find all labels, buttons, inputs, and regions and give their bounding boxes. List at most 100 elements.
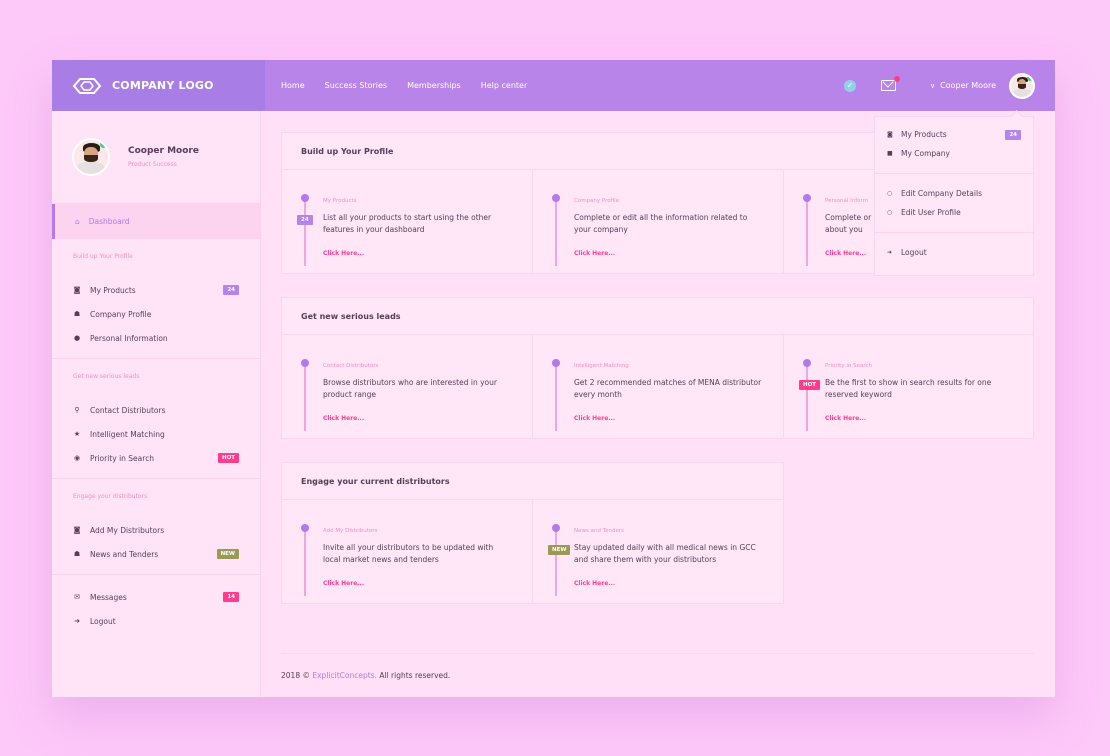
step-description: Get 2 recommended matches of MENA distri… bbox=[574, 378, 762, 399]
dropdown-arrow bbox=[1010, 110, 1023, 123]
nav-memberships[interactable]: Memberships bbox=[407, 81, 461, 90]
user-name: Cooper Moore bbox=[940, 81, 996, 90]
logout-icon: ➜ bbox=[887, 249, 893, 256]
sidebar-item-dashboard[interactable]: ⌂ Dashboard bbox=[52, 204, 260, 239]
sidebar-item-label: Logout bbox=[90, 616, 116, 626]
sidebar-item-priority-in-search[interactable]: ◉ Priority in Search HOT bbox=[52, 446, 260, 470]
profile-block: Cooper Moore Product Success bbox=[52, 111, 260, 204]
step-news-and-tenders: NEW News and Tenders Stay updated daily … bbox=[533, 500, 783, 603]
step-dot bbox=[301, 359, 309, 367]
count-badge: 14 bbox=[223, 592, 239, 602]
step-kicker: Company Profile bbox=[574, 198, 620, 204]
click-here-link[interactable]: Click Here... bbox=[825, 415, 1013, 422]
sidebar-item-intelligent-matching[interactable]: ★ Intelligent Matching bbox=[52, 422, 260, 446]
dropdown-item-logout[interactable]: ➜ Logout bbox=[875, 243, 1033, 262]
sidebar-item-label: Intelligent Matching bbox=[90, 429, 165, 439]
logo-text: COMPANY LOGO bbox=[112, 79, 214, 92]
dropdown-item-edit-user-profile[interactable]: ○ Edit User Profile bbox=[875, 203, 1033, 222]
step-description: Be the first to show in search results f… bbox=[825, 378, 992, 399]
sidebar-item-company-profile[interactable]: ☗ Company Profile bbox=[52, 302, 260, 326]
step-my-products: 24 My Products List all your products to… bbox=[282, 170, 533, 273]
users-icon: ☗ bbox=[73, 310, 81, 318]
building-icon: ■ bbox=[887, 150, 893, 157]
card-serious-leads: Get new serious leads Contact Distributo… bbox=[281, 297, 1034, 439]
dropdown-divider bbox=[875, 173, 1033, 174]
step-kicker: My Products bbox=[323, 198, 357, 204]
click-here-link[interactable]: Click Here... bbox=[323, 415, 512, 422]
user-menu[interactable]: ∨ Cooper Moore bbox=[929, 72, 1035, 99]
step-dot bbox=[552, 359, 560, 367]
sidebar-item-label: My Products bbox=[90, 285, 136, 295]
sidebar-section-title: Build up Your Profile bbox=[73, 253, 133, 260]
star-icon: ★ bbox=[73, 430, 81, 438]
user-icon: ● bbox=[73, 334, 81, 342]
sidebar-item-label: Add My Distributors bbox=[90, 525, 165, 535]
avatar[interactable] bbox=[1009, 72, 1035, 99]
step-kicker: Contact Distributors bbox=[323, 363, 379, 369]
click-here-link[interactable]: Click Here... bbox=[323, 580, 512, 587]
click-here-link[interactable]: Click Here... bbox=[574, 250, 763, 257]
sidebar-item-my-products[interactable]: ◙ My Products 24 bbox=[52, 278, 260, 302]
nav-home[interactable]: Home bbox=[281, 81, 305, 90]
main-nav: Home Success Stories Memberships Help ce… bbox=[281, 81, 527, 90]
step-description: Stay updated daily with all medical news… bbox=[574, 543, 756, 564]
sidebar-item-personal-information[interactable]: ● Personal Information bbox=[52, 326, 260, 350]
sidebar-item-label: Dashboard bbox=[88, 217, 130, 226]
logo-icon bbox=[72, 77, 102, 94]
online-indicator bbox=[1027, 74, 1033, 81]
click-here-link[interactable]: Click Here... bbox=[574, 580, 763, 587]
dropdown-item-label: My Company bbox=[901, 149, 950, 158]
nav-help-center[interactable]: Help center bbox=[481, 81, 528, 90]
sidebar-item-label: Personal Information bbox=[90, 333, 168, 343]
footer-prefix: 2018 © bbox=[281, 671, 310, 680]
step-description: Complete or about you bbox=[825, 213, 872, 234]
envelope-shape bbox=[880, 80, 896, 91]
sidebar-section-engage: Engage your distributors ◙ Add My Distri… bbox=[52, 479, 260, 575]
sidebar-item-news-and-tenders[interactable]: ☗ News and Tenders NEW bbox=[52, 542, 260, 566]
profile-avatar[interactable] bbox=[72, 138, 110, 176]
profile-name: Cooper Moore bbox=[128, 146, 199, 156]
count-badge: 24 bbox=[1005, 129, 1021, 140]
sidebar-item-label: Contact Distributors bbox=[90, 405, 166, 415]
chevron-down-icon: ∨ bbox=[929, 81, 936, 90]
camera-icon: ◙ bbox=[887, 131, 893, 138]
nav-success-stories[interactable]: Success Stories bbox=[325, 81, 387, 90]
camera-icon: ◙ bbox=[73, 526, 81, 534]
logout-icon: ➜ bbox=[74, 617, 80, 625]
sidebar-item-logout[interactable]: ➜ Logout bbox=[52, 609, 260, 633]
step-dot bbox=[803, 359, 811, 367]
step-kicker: Priority in Search bbox=[825, 363, 872, 369]
sidebar-item-messages[interactable]: ✉ Messages 14 bbox=[52, 585, 260, 609]
dropdown-item-label: Logout bbox=[901, 248, 927, 257]
step-kicker: News and Tenders bbox=[574, 528, 625, 534]
online-indicator bbox=[100, 141, 107, 148]
step-dot bbox=[301, 524, 309, 532]
sidebar: Cooper Moore Product Success ⌂ Dashboard… bbox=[52, 111, 261, 697]
logo[interactable]: COMPANY LOGO bbox=[52, 60, 265, 111]
sidebar-item-add-my-distributors[interactable]: ◙ Add My Distributors bbox=[52, 518, 260, 542]
step-dot bbox=[552, 194, 560, 202]
dropdown-item-my-products[interactable]: ◙ My Products 24 bbox=[875, 125, 1033, 144]
sidebar-section-title: Engage your distributors bbox=[73, 493, 148, 500]
top-bar: COMPANY LOGO Home Success Stories Member… bbox=[52, 60, 1055, 111]
mail-icon[interactable] bbox=[880, 76, 900, 91]
sidebar-section-profile: Build up Your Profile ◙ My Products 24 ☗… bbox=[52, 239, 260, 359]
verified-check-icon[interactable]: ✓ bbox=[843, 79, 856, 92]
sidebar-item-contact-distributors[interactable]: ⚲ Contact Distributors bbox=[52, 398, 260, 422]
click-here-link[interactable]: Click Here... bbox=[323, 250, 512, 257]
sidebar-section-account: ✉ Messages 14 ➜ Logout bbox=[52, 575, 260, 641]
dropdown-item-label: My Products bbox=[901, 130, 947, 139]
home-icon: ⌂ bbox=[75, 217, 80, 226]
dropdown-item-my-company[interactable]: ■ My Company bbox=[875, 144, 1033, 163]
step-dot bbox=[301, 194, 309, 202]
dropdown-item-edit-company-details[interactable]: ○ Edit Company Details bbox=[875, 184, 1033, 203]
step-priority-in-search: HOT Priority in Search Be the first to s… bbox=[784, 335, 1033, 438]
footer-brand-link[interactable]: ExplicitConcepts. bbox=[312, 671, 377, 680]
new-badge: NEW bbox=[216, 549, 239, 559]
step-description: Browse distributors who are interested i… bbox=[323, 378, 497, 399]
count-badge: 24 bbox=[223, 285, 239, 295]
target-icon: ◉ bbox=[73, 454, 81, 462]
app-window: COMPANY LOGO Home Success Stories Member… bbox=[52, 60, 1055, 697]
step-description: Invite all your distributors to be updat… bbox=[323, 543, 494, 564]
click-here-link[interactable]: Click Here... bbox=[574, 415, 763, 422]
